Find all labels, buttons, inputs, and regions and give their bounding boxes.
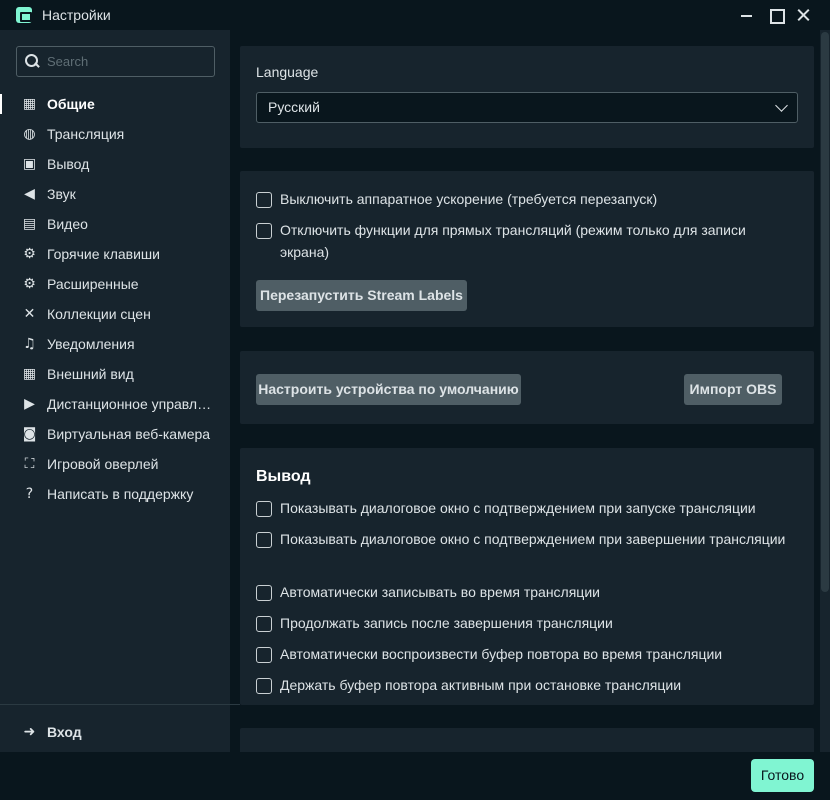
checkbox[interactable] (256, 223, 272, 239)
footer-bar (0, 752, 830, 800)
configure-devices-button[interactable]: Настроить устройства по умолчанию (256, 374, 521, 405)
confirm-start-stream-option[interactable]: Показывать диалоговое окно с подтвержден… (256, 499, 796, 519)
tools-icon: ✕ (23, 306, 36, 322)
chevron-down-icon (775, 99, 788, 112)
language-selected-value: Русский (268, 99, 320, 115)
expand-icon: ⛶ (24, 456, 35, 472)
keep-recording-option[interactable]: Продолжать запись после завершения транс… (256, 614, 796, 634)
sidebar-item-label: Трансляция (47, 126, 125, 142)
import-obs-button[interactable]: Импорт OBS (684, 374, 782, 405)
recording-only-option[interactable]: Отключить функции для прямых трансляций … (256, 221, 796, 263)
app-logo-icon (16, 7, 32, 23)
grid-icon: ▦ (22, 96, 37, 112)
confirm-end-stream-option[interactable]: Показывать диалоговое окно с подтвержден… (256, 530, 796, 550)
sidebar-divider (0, 704, 240, 705)
sidebar-item-video[interactable]: ▤ Видео (0, 209, 230, 239)
scrollbar-thumb[interactable] (821, 32, 829, 592)
sidebar-item-general[interactable]: ▦ Общие (0, 89, 230, 119)
sidebar-item-label: Видео (47, 216, 88, 232)
bell-icon: ♫ (23, 336, 36, 352)
sidebar-item-support[interactable]: ? Написать в поддержку (0, 479, 230, 509)
speaker-icon: ◀ (24, 186, 35, 202)
restart-stream-labels-button[interactable]: Перезапустить Stream Labels (256, 280, 467, 311)
checkbox[interactable] (256, 585, 272, 601)
help-icon: ? (25, 486, 34, 502)
sidebar-item-label: Виртуальная веб-камера (47, 426, 211, 442)
auto-replay-buffer-option[interactable]: Автоматически воспроизвести буфер повтор… (256, 645, 796, 665)
checkbox[interactable] (256, 501, 272, 517)
sidebar-item-stream[interactable]: ◍ Трансляция (0, 119, 230, 149)
option-label: Автоматически воспроизвести буфер повтор… (280, 646, 723, 662)
search-input[interactable] (47, 47, 212, 76)
gear-icon: ⚙ (23, 246, 36, 262)
sidebar-item-label: Вывод (47, 156, 90, 172)
next-section-card (240, 728, 814, 752)
sidebar-item-label: Дистанционное управление (47, 396, 217, 412)
sidebar-item-label: Игровой оверлей (47, 456, 159, 472)
chip-icon: ▣ (22, 156, 37, 172)
checkbox[interactable] (256, 647, 272, 663)
sidebar-item-label: Внешний вид (47, 366, 134, 382)
close-icon[interactable] (793, 4, 815, 26)
option-label: Показывать диалоговое окно с подтвержден… (280, 500, 756, 516)
keep-replay-buffer-option[interactable]: Держать буфер повтора активным при остан… (256, 676, 796, 696)
sidebar-item-appearance[interactable]: ▦ Внешний вид (0, 359, 230, 389)
sidebar-item-label: Общие (47, 96, 95, 112)
checkbox[interactable] (256, 192, 272, 208)
sidebar-item-advanced[interactable]: ⚙ Расширенные (0, 269, 230, 299)
sidebar-item-hotkeys[interactable]: ⚙ Горячие клавиши (0, 239, 230, 269)
sidebar-item-label: Написать в поддержку (47, 486, 194, 502)
sidebar-item-label: Коллекции сцен (47, 306, 151, 322)
search-box (16, 46, 215, 77)
sign-in-icon: ➜ (23, 724, 36, 740)
sidebar-item-game-overlay[interactable]: ⛶ Игровой оверлей (0, 449, 230, 479)
sidebar-item-label: Уведомления (47, 336, 135, 352)
output-section-title: Вывод (256, 468, 311, 485)
checkbox[interactable] (256, 532, 272, 548)
sidebar-item-notifications[interactable]: ♫ Уведомления (0, 329, 230, 359)
output-card: Вывод Показывать диалоговое окно с подтв… (240, 448, 814, 705)
sidebar-item-label: Расширенные (47, 276, 139, 292)
gears-icon: ⚙ (23, 276, 36, 292)
login-button[interactable]: ➜ Вход (0, 717, 230, 747)
settings-content: Language Русский Выключить аппаратное ус… (230, 30, 830, 752)
language-label: Language (256, 64, 319, 80)
option-label: Выключить аппаратное ускорение (требуетс… (280, 191, 658, 207)
search-icon (25, 54, 39, 68)
option-label: Показывать диалоговое окно с подтвержден… (280, 531, 786, 547)
sidebar-item-scene-collections[interactable]: ✕ Коллекции сцен (0, 299, 230, 329)
sidebar-item-output[interactable]: ▣ Вывод (0, 149, 230, 179)
globe-icon: ◍ (23, 126, 36, 142)
hardware-card: Выключить аппаратное ускорение (требуетс… (240, 171, 814, 327)
option-label: Продолжать запись после завершения транс… (280, 615, 613, 631)
hardware-acceleration-option[interactable]: Выключить аппаратное ускорение (требуетс… (256, 190, 796, 210)
window-title: Настройки (42, 7, 111, 23)
option-label: Держать буфер повтора активным при остан… (280, 677, 682, 693)
language-card: Language Русский (240, 46, 814, 148)
play-circle-icon: ▶ (24, 396, 35, 412)
title-bar: Настройки (0, 0, 830, 30)
sidebar-item-virtual-webcam[interactable]: ◙ Виртуальная веб-камера (0, 419, 230, 449)
sidebar-item-label: Звук (47, 186, 76, 202)
option-label: Автоматически записывать во время трансл… (280, 584, 600, 600)
layout-icon: ▦ (22, 366, 37, 382)
devices-card: Настроить устройства по умолчанию Импорт… (240, 351, 814, 424)
maximize-icon[interactable] (765, 4, 787, 26)
minimize-icon[interactable] (736, 4, 758, 26)
language-select[interactable]: Русский (256, 92, 798, 123)
sidebar-item-label: Горячие клавиши (47, 246, 160, 262)
done-button[interactable]: Готово (751, 759, 814, 792)
option-label: Отключить функции для прямых трансляций … (280, 222, 746, 260)
checkbox[interactable] (256, 616, 272, 632)
checkbox[interactable] (256, 678, 272, 694)
film-icon: ▤ (22, 216, 37, 232)
camera-icon: ◙ (22, 426, 37, 442)
sidebar-nav: ▦ Общие ◍ Трансляция ▣ Вывод ◀ Звук ▤ Ви… (0, 89, 230, 509)
sidebar-item-audio[interactable]: ◀ Звук (0, 179, 230, 209)
auto-record-option[interactable]: Автоматически записывать во время трансл… (256, 583, 796, 603)
sidebar-item-remote-control[interactable]: ▶ Дистанционное управление (0, 389, 230, 419)
login-label: Вход (47, 724, 82, 740)
sidebar: ▦ Общие ◍ Трансляция ▣ Вывод ◀ Звук ▤ Ви… (0, 30, 240, 752)
